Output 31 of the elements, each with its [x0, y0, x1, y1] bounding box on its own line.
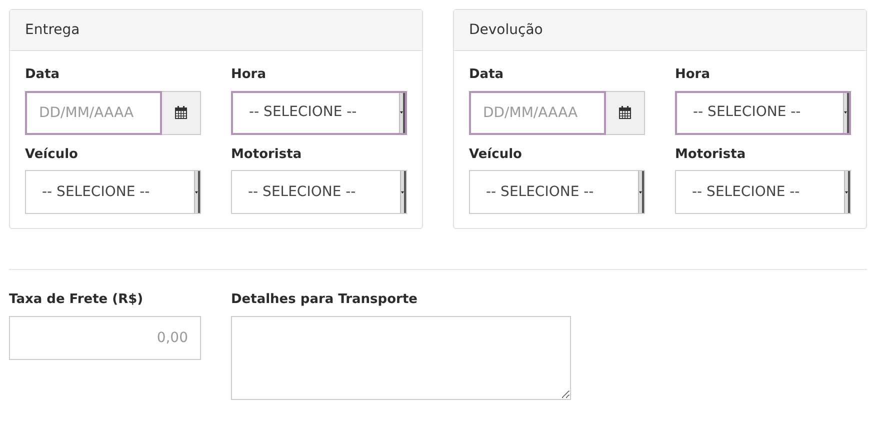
field-label: Veículo — [469, 146, 523, 164]
freight-field[interactable]: 0,00 — [9, 316, 201, 360]
field-label: Data — [25, 66, 61, 84]
select-field[interactable]: -- SELECIONE -- — [231, 90, 407, 134]
caret-icon — [400, 171, 406, 213]
select-field[interactable]: -- SELECIONE -- — [675, 90, 851, 134]
date-field[interactable]: DD/MM/AAAA — [25, 90, 162, 134]
field-label: Taxa de Frete (R$) — [9, 291, 144, 309]
field-label: Motorista — [231, 146, 303, 164]
caret-icon — [399, 92, 405, 132]
field-label: Veículo — [25, 146, 79, 164]
select-field[interactable]: -- SELECIONE -- — [231, 170, 407, 214]
calendar-button[interactable] — [162, 90, 201, 134]
panel-header: Devolução — [454, 10, 866, 51]
caret-icon — [638, 171, 644, 213]
caret-icon — [844, 171, 850, 213]
calendar-icon — [175, 106, 187, 119]
calendar-button[interactable] — [606, 90, 645, 134]
select-field[interactable]: -- SELECIONE -- — [25, 170, 201, 214]
caret-icon — [843, 92, 849, 132]
field-label: Data — [469, 66, 505, 84]
select-field[interactable]: -- SELECIONE -- — [675, 170, 851, 214]
field-label: Detalhes para Transporte — [231, 291, 418, 309]
caret-icon — [194, 171, 200, 213]
calendar-icon — [619, 106, 631, 119]
panel-header: Entrega — [10, 10, 422, 51]
field-label: Hora — [231, 66, 267, 84]
field-label: Hora — [675, 66, 711, 84]
date-field[interactable]: DD/MM/AAAA — [469, 90, 606, 134]
select-field[interactable]: -- SELECIONE -- — [469, 170, 645, 214]
field-label: Motorista — [675, 146, 747, 164]
